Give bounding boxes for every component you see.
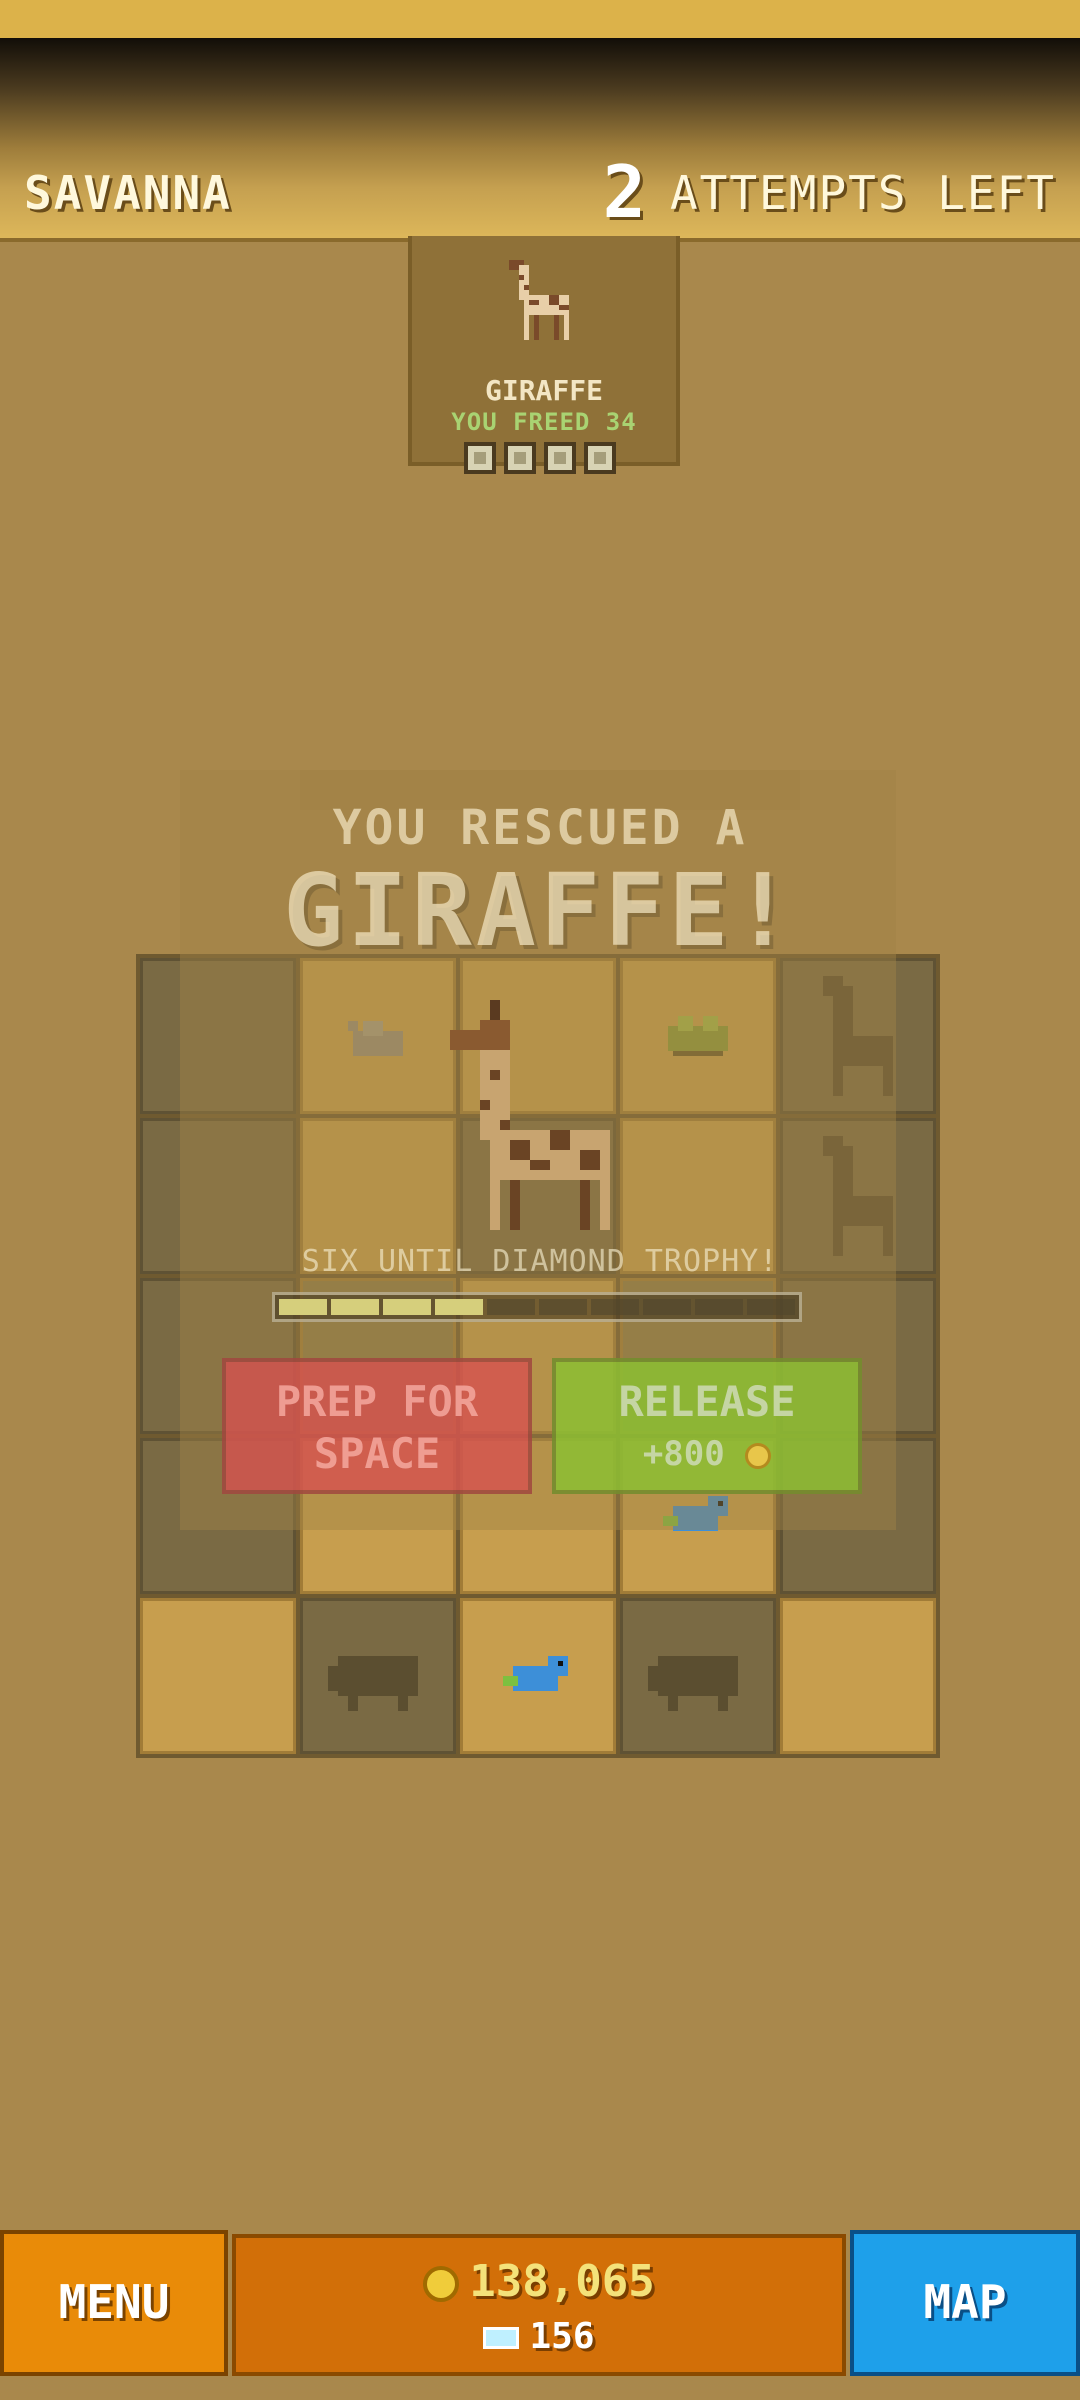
trophy-segment [591, 1299, 639, 1315]
collection-progress [464, 442, 616, 474]
trophy-progress-bar [272, 1292, 802, 1322]
bird-icon [503, 1656, 568, 1691]
gem-icon [483, 2327, 520, 2349]
progress-box [584, 442, 616, 474]
animal-card[interactable]: GIRAFFE YOU FREED 34 [408, 236, 680, 466]
release-button-label: RELEASE [618, 1377, 796, 1426]
attempts-label: ATTEMPTS LEFT [669, 166, 1056, 220]
hippo-silhouette-icon [648, 1656, 738, 1711]
grid-tile[interactable] [460, 1598, 616, 1754]
release-reward-amount: +800 [642, 1434, 725, 1474]
hippo-silhouette-icon [328, 1656, 418, 1711]
coins-display: 138,065 [236, 2256, 842, 2307]
trophy-progress-text: SIX UNTIL DIAMOND TROPHY! [301, 1244, 779, 1279]
freed-count: YOU FREED 34 [451, 408, 637, 436]
trophy-segment [279, 1299, 327, 1315]
gems-display: 156 [236, 2316, 842, 2357]
trophy-segment [331, 1299, 379, 1315]
currency-panel: 138,065 156 [232, 2234, 846, 2376]
trophy-segment [643, 1299, 691, 1315]
rescue-heading: YOU RESCUED A [332, 800, 748, 856]
trophy-segment [747, 1299, 795, 1315]
progress-box [544, 442, 576, 474]
grid-tile[interactable] [140, 1598, 296, 1754]
prep-button-label: PREP FOR SPACE [275, 1377, 479, 1478]
progress-box [464, 442, 496, 474]
trophy-segment [487, 1299, 535, 1315]
giraffe-icon [450, 1000, 610, 1230]
level-name: SAVANNA [24, 166, 232, 220]
menu-button[interactable]: MENU [0, 2230, 228, 2376]
trophy-segment [383, 1299, 431, 1315]
trophy-segment [435, 1299, 483, 1315]
animal-name: GIRAFFE [484, 374, 603, 407]
progress-box [504, 442, 536, 474]
gems-amount: 156 [529, 2316, 595, 2357]
release-button[interactable]: RELEASE +800 [552, 1358, 862, 1494]
coins-amount: 138,065 [469, 2256, 655, 2307]
attempts-count: 2 [602, 150, 646, 234]
rescued-animal-name: GIRAFFE! [283, 852, 797, 969]
coin-icon [745, 1442, 772, 1469]
top-bar: SAVANNA 2 ATTEMPTS LEFT [0, 38, 1080, 242]
coin-icon [423, 2266, 460, 2302]
grid-tile[interactable] [620, 1598, 776, 1754]
map-button[interactable]: MAP [850, 2230, 1080, 2376]
status-strip [0, 0, 1080, 38]
prep-for-space-button[interactable]: PREP FOR SPACE [222, 1358, 532, 1494]
grid-tile[interactable] [300, 1598, 456, 1754]
trophy-segment [539, 1299, 587, 1315]
giraffe-icon [509, 260, 569, 340]
release-reward: +800 [556, 1428, 858, 1480]
trophy-segment [695, 1299, 743, 1315]
grid-tile[interactable] [780, 1598, 936, 1754]
